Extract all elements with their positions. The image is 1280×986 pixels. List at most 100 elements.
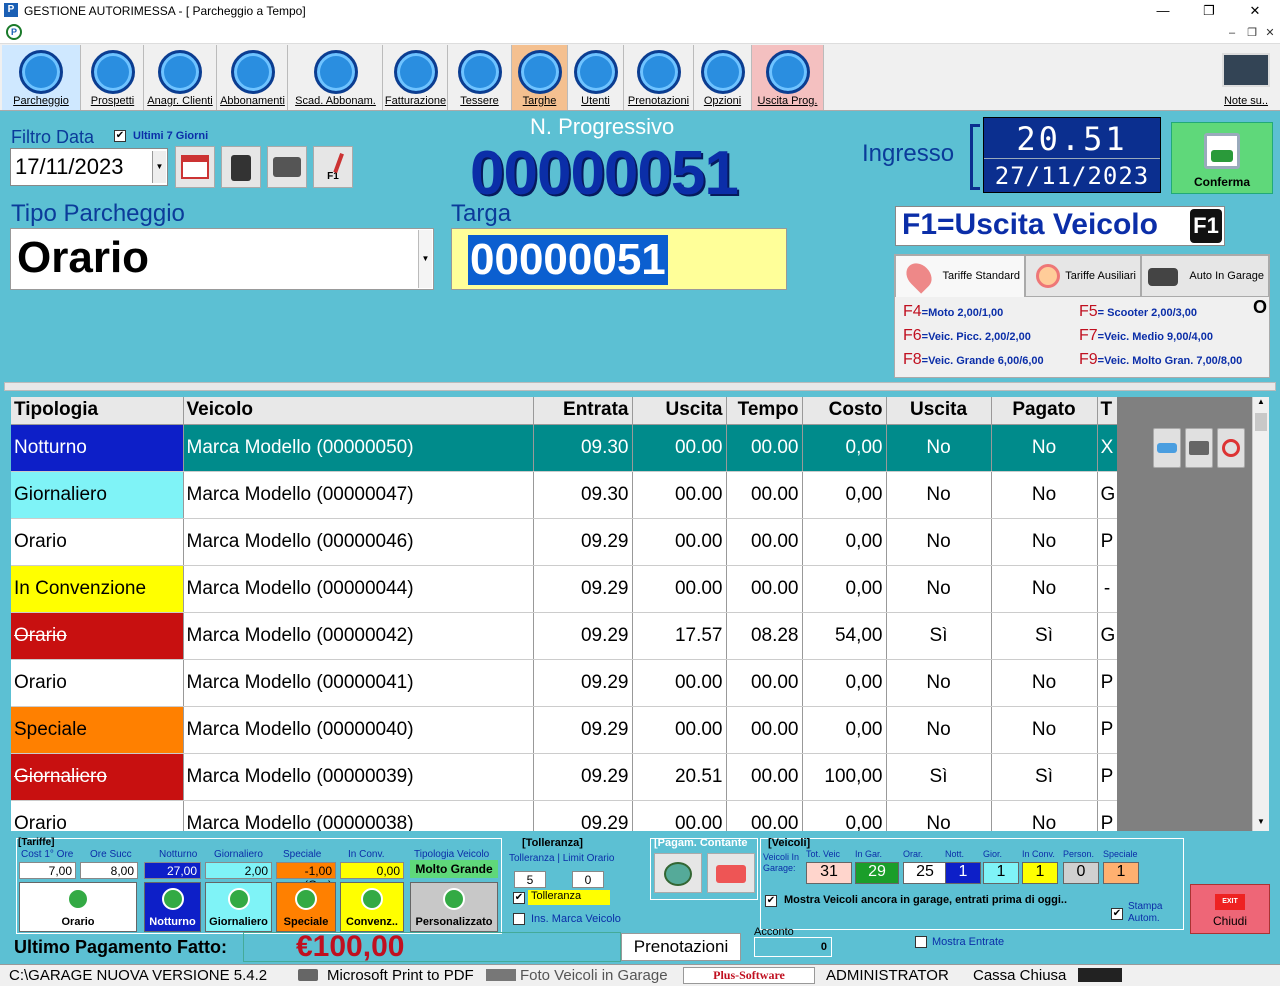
column-header[interactable]: Entrata: [533, 397, 633, 425]
scroll-thumb[interactable]: [1255, 413, 1267, 431]
table-row[interactable]: Notturno Marca Modello (00000050) 09.30 00.…: [11, 424, 1117, 472]
mdi-restore-icon[interactable]: ❐: [1244, 25, 1260, 41]
tariffa-notturno-button[interactable]: Notturno: [144, 882, 201, 932]
scroll-up-icon[interactable]: ▲: [1253, 397, 1269, 411]
table-row[interactable]: Orario Marca Modello (00000041) 09.29 00.00…: [11, 659, 1117, 707]
table-row[interactable]: Giornaliero Marca Modello (00000039) 09.29…: [11, 753, 1117, 801]
marca-veicolo-checkbox[interactable]: [513, 913, 525, 925]
tariffa-speciale-button[interactable]: Speciale: [276, 882, 336, 932]
close-button[interactable]: ✕: [1232, 0, 1278, 22]
column-header[interactable]: T: [1097, 397, 1117, 425]
tipo-parcheggio-select[interactable]: Orario ▼: [10, 228, 434, 290]
minimize-button[interactable]: —: [1140, 0, 1186, 22]
giornaliero-input[interactable]: 2,00: [205, 862, 272, 879]
toolbar-fatturazione-button[interactable]: Fatturazione: [384, 45, 448, 110]
toolbar-parcheggio-button[interactable]: Parcheggio: [2, 45, 81, 110]
column-header[interactable]: Uscita: [886, 397, 992, 425]
chiudi-label: Chiudi: [1212, 914, 1248, 928]
prenotazioni-button[interactable]: Prenotazioni: [621, 933, 741, 961]
mostra-entrate-checkbox[interactable]: [915, 936, 927, 948]
veicoli-stat-label: Orar.: [903, 849, 924, 859]
toolbar-note-button[interactable]: Note su..: [1214, 45, 1278, 110]
tolleranza-checkbox[interactable]: ✔: [513, 892, 525, 904]
notturno-label: Notturno: [159, 849, 198, 860]
toolbar-anagr-clienti-button[interactable]: Anagr. Clienti: [144, 45, 217, 110]
date-field[interactable]: 17/11/2023 ▼: [10, 148, 168, 186]
conferma-label: Conferma: [1193, 175, 1250, 189]
tariffa-personalizzato-button[interactable]: Personalizzato: [410, 882, 498, 932]
row-car-button[interactable]: [1153, 428, 1181, 468]
notturno-input[interactable]: 27,00: [144, 862, 201, 879]
ingresso-time: 20.51: [1016, 120, 1128, 158]
cell-usc: 20.51: [632, 753, 727, 801]
tariff-icon: [443, 888, 465, 910]
table-row[interactable]: Orario Marca Modello (00000046) 09.29 00.00…: [11, 518, 1117, 566]
cash-drawer-button[interactable]: [221, 146, 261, 188]
mdi-minimize-icon[interactable]: –: [1224, 25, 1240, 41]
cost1-input[interactable]: 7,00: [19, 862, 76, 879]
table-row[interactable]: Orario Marca Modello (00000038) 09.29 00.00…: [11, 800, 1117, 831]
column-header[interactable]: Tempo: [726, 397, 803, 425]
pay-cash-button[interactable]: [654, 853, 702, 893]
table-row[interactable]: Orario Marca Modello (00000042) 09.29 17.57…: [11, 612, 1117, 660]
uscita-veicolo-text: F1=Uscita Veicolo: [902, 208, 1158, 241]
splitter-bar[interactable]: [4, 382, 1276, 391]
inconv-input[interactable]: 0,00: [340, 862, 404, 879]
column-header[interactable]: Tipologia: [11, 397, 184, 425]
cell-pagato: No: [991, 424, 1098, 472]
date-dropdown-icon[interactable]: ▼: [152, 151, 166, 183]
tolleranza-input[interactable]: 5: [514, 871, 546, 888]
toolbar-uscita-prog-button[interactable]: Uscita Prog.: [752, 45, 824, 110]
chiudi-button[interactable]: EXIT Chiudi: [1190, 884, 1270, 934]
mostra-veicoli-checkbox[interactable]: ✔: [765, 895, 777, 907]
stampa-autom-checkbox[interactable]: ✔: [1111, 908, 1123, 920]
pay-card-button[interactable]: [707, 853, 755, 893]
tab-tariffe-standard[interactable]: Tariffe Standard: [895, 255, 1025, 297]
table-row[interactable]: Speciale Marca Modello (00000040) 09.29 00.…: [11, 706, 1117, 754]
tariffa-orario-button[interactable]: Orario: [19, 882, 137, 932]
cell-tipo: In Convenzione: [11, 565, 184, 613]
toolbar-prospetti-button[interactable]: Prospetti: [82, 45, 144, 110]
column-header[interactable]: Uscita: [632, 397, 727, 425]
ultimi7-checkbox[interactable]: ✔: [114, 130, 126, 142]
calendar-button[interactable]: [175, 146, 215, 188]
toolbar-prenotazioni-button[interactable]: Prenotazioni: [624, 45, 694, 110]
tipo-dropdown-icon[interactable]: ▼: [418, 230, 432, 288]
cell-costo: 0,00: [802, 424, 887, 472]
toolbar-scad-abbonam-button[interactable]: Scad. Abbonam.: [289, 45, 383, 110]
orsucc-input[interactable]: 8,00: [80, 862, 138, 879]
tariffa-giornaliero-button[interactable]: Giornaliero: [205, 882, 272, 932]
toolbar-tessere-button[interactable]: Tessere: [448, 45, 512, 110]
column-header[interactable]: Veicolo: [183, 397, 534, 425]
tariffa-convenz-button[interactable]: Convenz..: [340, 882, 404, 932]
print-button[interactable]: [267, 146, 307, 188]
scroll-down-icon[interactable]: ▼: [1253, 817, 1269, 831]
cell-veic: Marca Modello (00000044): [183, 565, 534, 613]
cell-uscita: No: [886, 800, 992, 831]
table-row[interactable]: Giornaliero Marca Modello (00000047) 09.30…: [11, 471, 1117, 519]
f1-button[interactable]: F1: [313, 146, 353, 188]
toolbar-label: Tessere: [460, 95, 499, 107]
tipo-parcheggio-label: Tipo Parcheggio: [11, 200, 185, 227]
toolbar-utenti-button[interactable]: Utenti: [568, 45, 624, 110]
maximize-button[interactable]: ❐: [1186, 0, 1232, 22]
toolbar-targhe-button[interactable]: Targhe: [512, 45, 568, 110]
limit-orario-input[interactable]: 0: [572, 871, 604, 888]
grid-scrollbar[interactable]: ▲ ▼: [1252, 397, 1269, 831]
toolbar-opzioni-button[interactable]: Opzioni: [694, 45, 752, 110]
cell-tempo: 00.00: [726, 706, 803, 754]
column-header[interactable]: Costo: [802, 397, 887, 425]
toolbar-abbonamenti-button[interactable]: Abbonamenti: [218, 45, 288, 110]
row-delete-button[interactable]: [1217, 428, 1245, 468]
speciale-input[interactable]: -1,00 (Ora): [276, 862, 336, 892]
targa-input[interactable]: 00000051: [451, 228, 787, 290]
row-print-button[interactable]: [1185, 428, 1213, 468]
mdi-close-icon[interactable]: ✕: [1262, 25, 1278, 41]
column-header[interactable]: Pagato: [991, 397, 1098, 425]
veicoli-stat-label: In Gar.: [855, 849, 883, 859]
toolbar-7-icon: [517, 50, 562, 94]
conferma-button[interactable]: Conferma: [1171, 122, 1273, 194]
tab-tariffe-ausiliari[interactable]: Tariffe Ausiliari: [1025, 255, 1141, 297]
table-row[interactable]: In Convenzione Marca Modello (00000044) 09…: [11, 565, 1117, 613]
tab-auto-in-garage[interactable]: Auto In Garage: [1141, 255, 1269, 297]
